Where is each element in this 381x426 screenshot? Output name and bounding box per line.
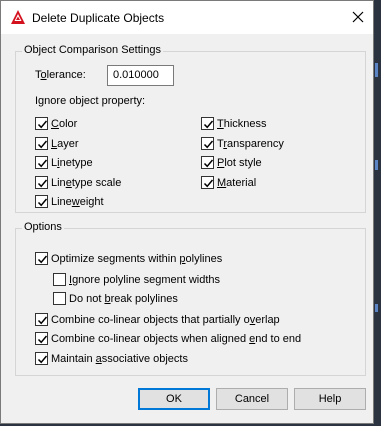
checkbox-box[interactable] <box>201 117 214 130</box>
checkbox-box[interactable] <box>53 292 66 305</box>
checkbox-ignore-segment-widths-label: Ignore polyline segment widths <box>69 273 221 286</box>
ignore-property-label: Ignore object property: <box>35 95 146 107</box>
checkmark-icon <box>37 159 48 168</box>
checkbox-box[interactable] <box>35 195 48 208</box>
checkbox-partial-overlap-label: Combine co-linear objects that partially… <box>51 313 280 326</box>
checkbox-box[interactable] <box>201 156 214 169</box>
checkbox-box[interactable] <box>35 332 48 345</box>
checkmark-icon <box>203 159 214 168</box>
checkbox-optimize-segments-label: Optimize segments within polylines <box>51 252 223 265</box>
checkmark-icon <box>37 140 48 149</box>
checkbox-partial-overlap[interactable]: Combine co-linear objects that partially… <box>35 312 280 327</box>
checkbox-box[interactable] <box>35 352 48 365</box>
checkmark-icon <box>37 255 48 264</box>
title-bar[interactable]: Delete Duplicate Objects <box>1 1 373 34</box>
checkbox-material[interactable]: Material <box>201 175 256 190</box>
checkbox-transparency[interactable]: Transparency <box>201 136 284 151</box>
checkbox-color-label: Color <box>51 117 78 130</box>
close-icon <box>352 11 364 23</box>
checkmark-icon <box>203 120 214 129</box>
checkbox-maintain-associative-label: Maintain associative objects <box>51 352 188 365</box>
checkbox-box[interactable] <box>53 273 66 286</box>
checkbox-linetype-scale-label: Linetype scale <box>51 176 122 189</box>
checkbox-aligned-end-to-end[interactable]: Combine co-linear objects when aligned e… <box>35 331 301 346</box>
checkbox-maintain-associative[interactable]: Maintain associative objects <box>35 351 188 366</box>
checkbox-layer[interactable]: Layer <box>35 136 79 151</box>
checkmark-icon <box>37 120 48 129</box>
tolerance-label: Tolerance: <box>35 69 86 81</box>
checkbox-do-not-break[interactable]: Do not break polylines <box>53 291 178 306</box>
checkmark-icon <box>37 355 48 364</box>
checkbox-transparency-label: Transparency <box>217 137 284 150</box>
checkbox-plot-style-label: Plot style <box>217 156 262 169</box>
checkbox-box[interactable] <box>35 117 48 130</box>
checkmark-icon <box>37 335 48 344</box>
options-group-title: Options <box>22 221 64 233</box>
checkbox-box[interactable] <box>201 176 214 189</box>
dialog-title: Delete Duplicate Objects <box>32 11 165 25</box>
autocad-logo-icon <box>11 10 25 24</box>
checkbox-thickness[interactable]: Thickness <box>201 116 267 131</box>
ok-button[interactable]: OK <box>138 388 210 410</box>
object-comparison-group-title: Object Comparison Settings <box>22 44 163 56</box>
checkbox-box[interactable] <box>35 137 48 150</box>
delete-duplicate-objects-dialog: Delete Duplicate Objects Object Comparis… <box>0 0 374 424</box>
checkbox-material-label: Material <box>217 176 257 189</box>
checkbox-box[interactable] <box>35 252 48 265</box>
checkbox-box[interactable] <box>201 137 214 150</box>
cancel-button[interactable]: Cancel <box>216 388 288 410</box>
help-button[interactable]: Help <box>294 388 366 410</box>
checkmark-icon <box>37 198 48 207</box>
checkbox-do-not-break-label: Do not break polylines <box>69 292 178 305</box>
checkmark-icon <box>203 179 214 188</box>
checkmark-icon <box>37 179 48 188</box>
checkbox-thickness-label: Thickness <box>217 117 267 130</box>
checkbox-optimize-segments[interactable]: Optimize segments within polylines <box>35 251 222 266</box>
checkbox-lineweight-label: Lineweight <box>51 195 104 208</box>
checkbox-box[interactable] <box>35 176 48 189</box>
tolerance-input[interactable]: 0.010000 <box>107 65 174 86</box>
checkbox-plot-style[interactable]: Plot style <box>201 155 262 170</box>
checkbox-aligned-end-to-end-label: Combine co-linear objects when aligned e… <box>51 332 302 345</box>
checkbox-lineweight[interactable]: Lineweight <box>35 194 104 209</box>
checkmark-icon <box>37 316 48 325</box>
checkbox-layer-label: Layer <box>51 137 79 150</box>
checkbox-ignore-segment-widths[interactable]: Ignore polyline segment widths <box>53 272 220 287</box>
checkbox-linetype-label: Linetype <box>51 156 93 169</box>
checkbox-color[interactable]: Color <box>35 116 77 131</box>
checkbox-linetype-scale[interactable]: Linetype scale <box>35 175 121 190</box>
close-button[interactable] <box>346 6 370 28</box>
checkbox-box[interactable] <box>35 313 48 326</box>
background-app-strip <box>373 0 381 426</box>
checkmark-icon <box>203 140 214 149</box>
checkbox-linetype[interactable]: Linetype <box>35 155 93 170</box>
checkbox-box[interactable] <box>35 156 48 169</box>
